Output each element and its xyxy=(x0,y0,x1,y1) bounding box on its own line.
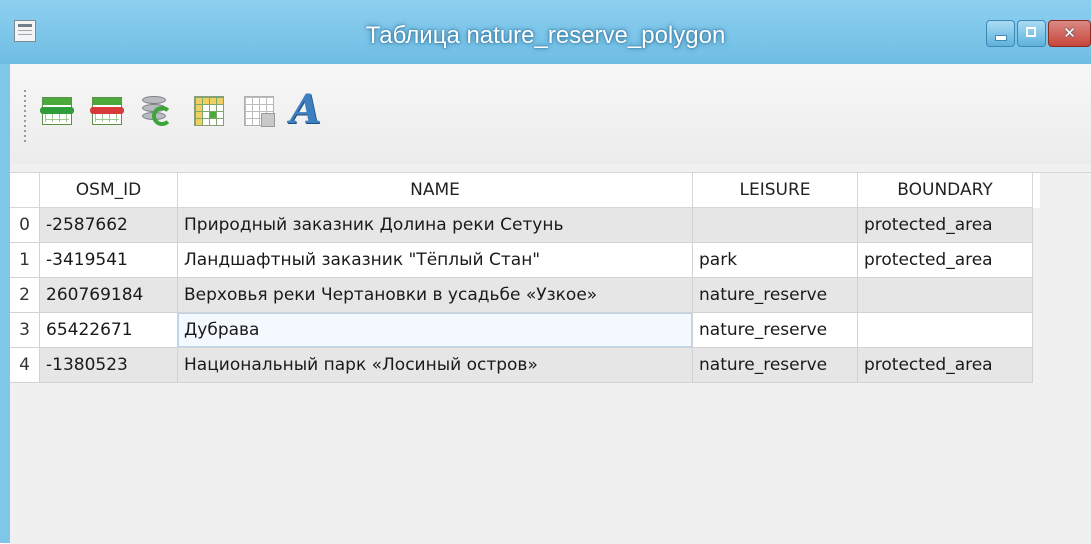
cell-name[interactable]: Верховья реки Чертановки в усадьбе «Узко… xyxy=(178,278,693,313)
row-index-header[interactable] xyxy=(10,173,40,208)
window-title: Таблица nature_reserve_polygon xyxy=(365,22,726,49)
cell-name[interactable]: Природный заказник Долина реки Сетунь xyxy=(178,208,693,243)
toolbar-grip[interactable] xyxy=(24,90,26,142)
close-icon: ✕ xyxy=(1063,24,1076,42)
cell-name[interactable]: Ландшафтный заказник "Тёплый Стан" xyxy=(178,243,693,278)
row-index[interactable]: 2 xyxy=(10,278,40,313)
select-table-button[interactable] xyxy=(192,94,226,130)
refresh-data-icon xyxy=(142,94,172,128)
row-index[interactable]: 0 xyxy=(10,208,40,243)
cell-leisure[interactable]: nature_reserve xyxy=(693,348,858,383)
attribute-table-window: Таблица nature_reserve_polygon ✕ A OSM_I… xyxy=(0,0,1091,544)
attribute-table: OSM_ID NAME LEISURE BOUNDARY 0 -2587662 … xyxy=(10,172,1091,544)
maximize-icon xyxy=(1026,27,1036,37)
cell-osm-id[interactable]: 260769184 xyxy=(40,278,178,313)
add-row-button[interactable] xyxy=(40,94,74,130)
minimize-icon xyxy=(995,35,1007,41)
cell-osm-id[interactable]: -2587662 xyxy=(40,208,178,243)
cell-boundary[interactable] xyxy=(858,313,1033,348)
cell-boundary[interactable] xyxy=(858,278,1033,313)
delete-row-button[interactable] xyxy=(90,94,124,130)
table-select-icon xyxy=(194,96,224,126)
table-row[interactable]: 1 -3419541 Ландшафтный заказник "Тёплый … xyxy=(10,243,1040,278)
table-row[interactable]: 0 -2587662 Природный заказник Долина рек… xyxy=(10,208,1040,243)
arrow-left-icon xyxy=(40,107,74,114)
window-client-area: A OSM_ID NAME LEISURE BOUNDARY 0 -258766… xyxy=(10,64,1091,544)
minimize-button[interactable] xyxy=(986,20,1015,47)
font-button[interactable]: A xyxy=(290,88,324,132)
title-bar[interactable]: Таблица nature_reserve_polygon ✕ xyxy=(0,0,1091,64)
table-row[interactable]: 3 65422671 Дубрава nature_reserve xyxy=(10,313,1040,348)
table-properties-icon xyxy=(244,96,275,127)
row-index[interactable]: 1 xyxy=(10,243,40,278)
cell-leisure[interactable]: nature_reserve xyxy=(693,313,858,348)
table-properties-button[interactable] xyxy=(242,94,276,130)
cell-leisure[interactable]: nature_reserve xyxy=(693,278,858,313)
table-row[interactable]: 4 -1380523 Национальный парк «Лосиный ос… xyxy=(10,348,1040,383)
cell-name[interactable]: Национальный парк «Лосиный остров» xyxy=(178,348,693,383)
cell-boundary[interactable]: protected_area xyxy=(858,243,1033,278)
cell-boundary[interactable]: protected_area xyxy=(858,208,1033,243)
table-header: OSM_ID NAME LEISURE BOUNDARY xyxy=(10,173,1040,208)
maximize-button[interactable] xyxy=(1017,20,1046,47)
refresh-button[interactable] xyxy=(140,94,174,130)
font-icon: A xyxy=(290,86,322,133)
row-index[interactable]: 4 xyxy=(10,348,40,383)
cell-osm-id[interactable]: -1380523 xyxy=(40,348,178,383)
close-button[interactable]: ✕ xyxy=(1048,20,1091,47)
column-header-leisure[interactable]: LEISURE xyxy=(693,173,858,208)
table-row[interactable]: 2 260769184 Верховья реки Чертановки в у… xyxy=(10,278,1040,313)
cell-leisure[interactable] xyxy=(693,208,858,243)
cell-name-current[interactable]: Дубрава xyxy=(178,313,693,348)
column-header-name[interactable]: NAME xyxy=(178,173,693,208)
row-index[interactable]: 3 xyxy=(10,313,40,348)
cell-boundary[interactable]: protected_area xyxy=(858,348,1033,383)
cell-leisure[interactable]: park xyxy=(693,243,858,278)
toolbar: A xyxy=(10,64,1091,164)
cell-osm-id[interactable]: 65422671 xyxy=(40,313,178,348)
cell-osm-id[interactable]: -3419541 xyxy=(40,243,178,278)
column-header-osm-id[interactable]: OSM_ID xyxy=(40,173,178,208)
table-empty-area[interactable] xyxy=(10,383,1091,544)
column-header-boundary[interactable]: BOUNDARY xyxy=(858,173,1033,208)
arrow-right-icon xyxy=(90,107,124,114)
